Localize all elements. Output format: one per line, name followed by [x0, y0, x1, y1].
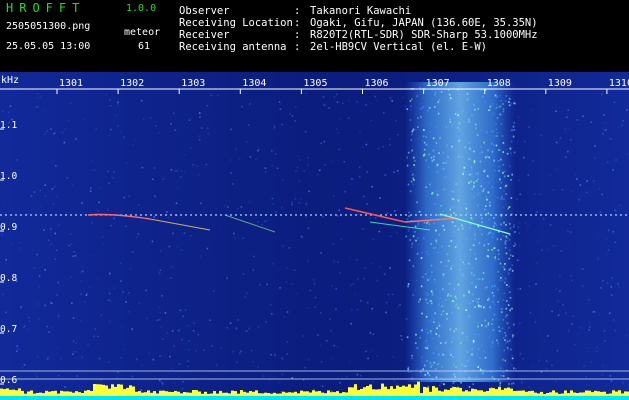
app-title: HROFFT [6, 1, 86, 15]
freq-tick-label: 1.1 [0, 120, 17, 131]
time-tick-label: 1307 [426, 78, 450, 89]
time-tick-label: 1304 [242, 78, 266, 89]
spectrogram: 1301 1302 1303 1304 1305 1306 1307 1308 1309 1310… [0, 72, 629, 400]
receiver-value: R820T2(RTL-SDR) SDR-Sharp 53.1000MHz [310, 29, 538, 41]
meteor-count: 61 [138, 41, 151, 52]
observer-sep: : [294, 5, 301, 17]
location-label: Receiving Location [179, 17, 293, 29]
antenna-sep: : [294, 41, 301, 53]
axis-unit-label: kHz [1, 75, 19, 86]
freq-tick-label: 0.7 [0, 324, 17, 335]
freq-tick-label: 0.6 [0, 375, 17, 386]
observer-label: Observer [179, 5, 230, 17]
date-time: 25.05.05 13:00 [6, 41, 91, 52]
file-name: 2505051300.png [6, 21, 91, 32]
time-tick-label: 1310 [609, 78, 629, 89]
receiver-label: Receiver [179, 29, 230, 41]
level-baseline [0, 396, 629, 400]
antenna-value: 2el-HB9CV Vertical (el. E-W) [310, 41, 488, 53]
time-tick-label: 1306 [365, 78, 389, 89]
meteor-label: meteor [124, 27, 161, 38]
time-tick-label: 1305 [303, 78, 327, 89]
observer-value: Takanori Kawachi [310, 5, 412, 17]
freq-tick-label: 1.0 [0, 171, 17, 182]
freq-tick-label: 0.9 [0, 222, 17, 233]
freq-tick-label: 0.8 [0, 273, 17, 284]
location-sep: : [294, 17, 301, 29]
time-tick-label: 1301 [59, 78, 83, 89]
time-tick-label: 1309 [548, 78, 572, 89]
spectrogram-background [0, 72, 629, 400]
app-version: 1.0.0 [126, 3, 157, 14]
antenna-label: Receiving antenna [179, 41, 287, 53]
time-tick-label: 1302 [120, 78, 144, 89]
receiver-sep: : [294, 29, 301, 41]
time-tick-label: 1308 [487, 78, 511, 89]
location-value: Ogaki, Gifu, JAPAN (136.60E, 35.35N) [310, 17, 538, 29]
header-panel: HROFFT 1.0.0 2505051300.png meteor 25.05… [0, 0, 629, 72]
time-tick-label: 1303 [181, 78, 205, 89]
